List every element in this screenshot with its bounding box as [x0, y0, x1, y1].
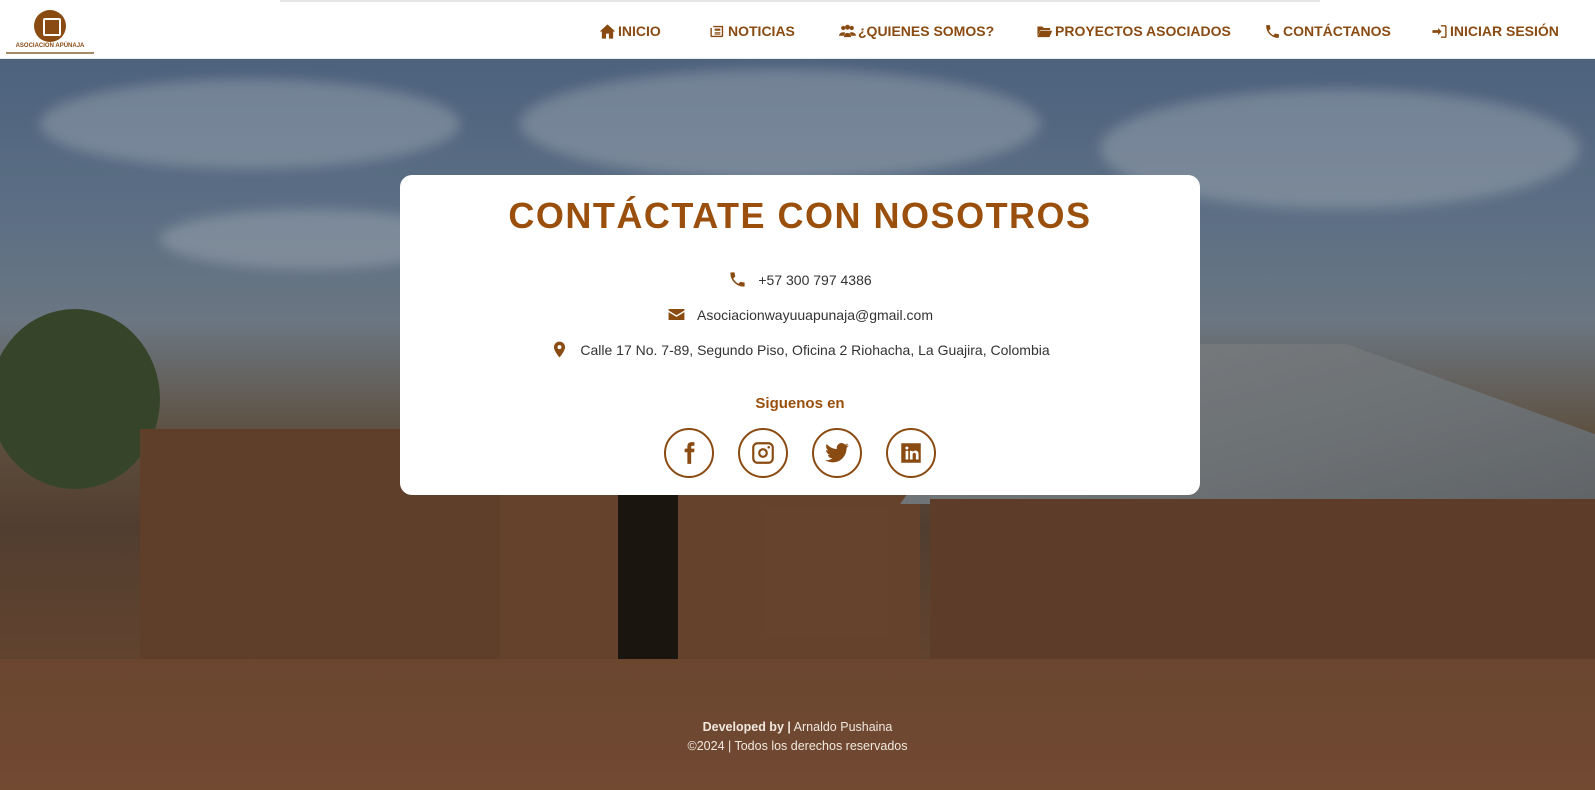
envelope-icon — [668, 308, 685, 321]
folder-open-icon — [1037, 26, 1053, 37]
instagram-icon — [752, 442, 774, 464]
instagram-button[interactable] — [738, 428, 788, 478]
footer-credits: Developed by | Arnaldo Pushaina — [0, 718, 1595, 737]
twitter-button[interactable] — [812, 428, 862, 478]
nav-item-inicio[interactable]: INICIO — [599, 20, 661, 42]
contact-title: CONTÁCTATE CON NOSOTROS — [508, 195, 1092, 236]
logo-text: ASOCIACION APÜNAJA — [15, 43, 85, 49]
nav-item-proyectos-asociados[interactable]: PROYECTOS ASOCIADOS — [1036, 20, 1231, 42]
facebook-icon — [684, 442, 695, 464]
newspaper-icon — [710, 25, 724, 37]
top-navbar: ASOCIACION APÜNAJA INICIO NOTICIAS ¿QUIE… — [0, 0, 1595, 59]
nav-item-label: INICIO — [618, 23, 661, 39]
linkedin-button[interactable] — [886, 428, 936, 478]
map-pin-icon — [554, 341, 566, 358]
contact-phone-row: +57 300 797 4386 — [400, 270, 1200, 289]
nav-item-label: NOTICIAS — [728, 23, 795, 39]
nav-item-label: PROYECTOS ASOCIADOS — [1055, 23, 1231, 39]
users-icon — [839, 24, 856, 37]
nav-item-iniciar-sesion[interactable]: INICIAR SESIÓN — [1431, 20, 1559, 42]
nav-item-noticias[interactable]: NOTICIAS — [709, 20, 795, 42]
footer-copyright: ©2024 | Todos los derechos reservados — [687, 739, 908, 753]
contact-address: Calle 17 No. 7-89, Segundo Piso, Oficina… — [580, 341, 1050, 358]
top-scroll-line — [280, 0, 1320, 2]
nav-item-label: CONTÁCTANOS — [1283, 23, 1391, 39]
main-nav: INICIO NOTICIAS ¿QUIENES SOMOS? PROYECTO… — [0, 20, 1595, 42]
social-links — [400, 428, 1200, 478]
phone-icon — [730, 272, 745, 287]
nav-item-label: ¿QUIENES SOMOS? — [858, 23, 995, 39]
contact-email[interactable]: Asociacionwayuuapunaja@gmail.com — [697, 307, 933, 323]
facebook-button[interactable] — [664, 428, 714, 478]
contact-phone[interactable]: +57 300 797 4386 — [758, 272, 871, 288]
twitter-icon — [825, 443, 849, 463]
contact-card: CONTÁCTATE CON NOSOTROS +57 300 797 4386… — [400, 175, 1200, 495]
home-icon — [599, 23, 616, 39]
follow-us-label: Siguenos en — [755, 395, 845, 412]
footer-developer: Arnaldo Pushaina — [793, 720, 893, 734]
sign-in-icon — [1432, 24, 1447, 38]
phone-icon — [1266, 24, 1279, 38]
nav-item-quienes-somos[interactable]: ¿QUIENES SOMOS? — [839, 20, 994, 42]
linkedin-icon — [901, 443, 921, 463]
logo-subtitle-line — [6, 52, 94, 54]
contact-email-row: Asociacionwayuuapunaja@gmail.com — [400, 305, 1200, 324]
contact-address-row: Calle 17 No. 7-89, Segundo Piso, Oficina… — [400, 340, 1200, 359]
nav-item-contactanos[interactable]: CONTÁCTANOS — [1264, 20, 1391, 42]
footer-developed-by: Developed by | — [702, 720, 791, 734]
nav-item-label: INICIAR SESIÓN — [1450, 23, 1559, 39]
page-footer: Developed by | Arnaldo Pushaina ©2024 | … — [0, 718, 1595, 756]
